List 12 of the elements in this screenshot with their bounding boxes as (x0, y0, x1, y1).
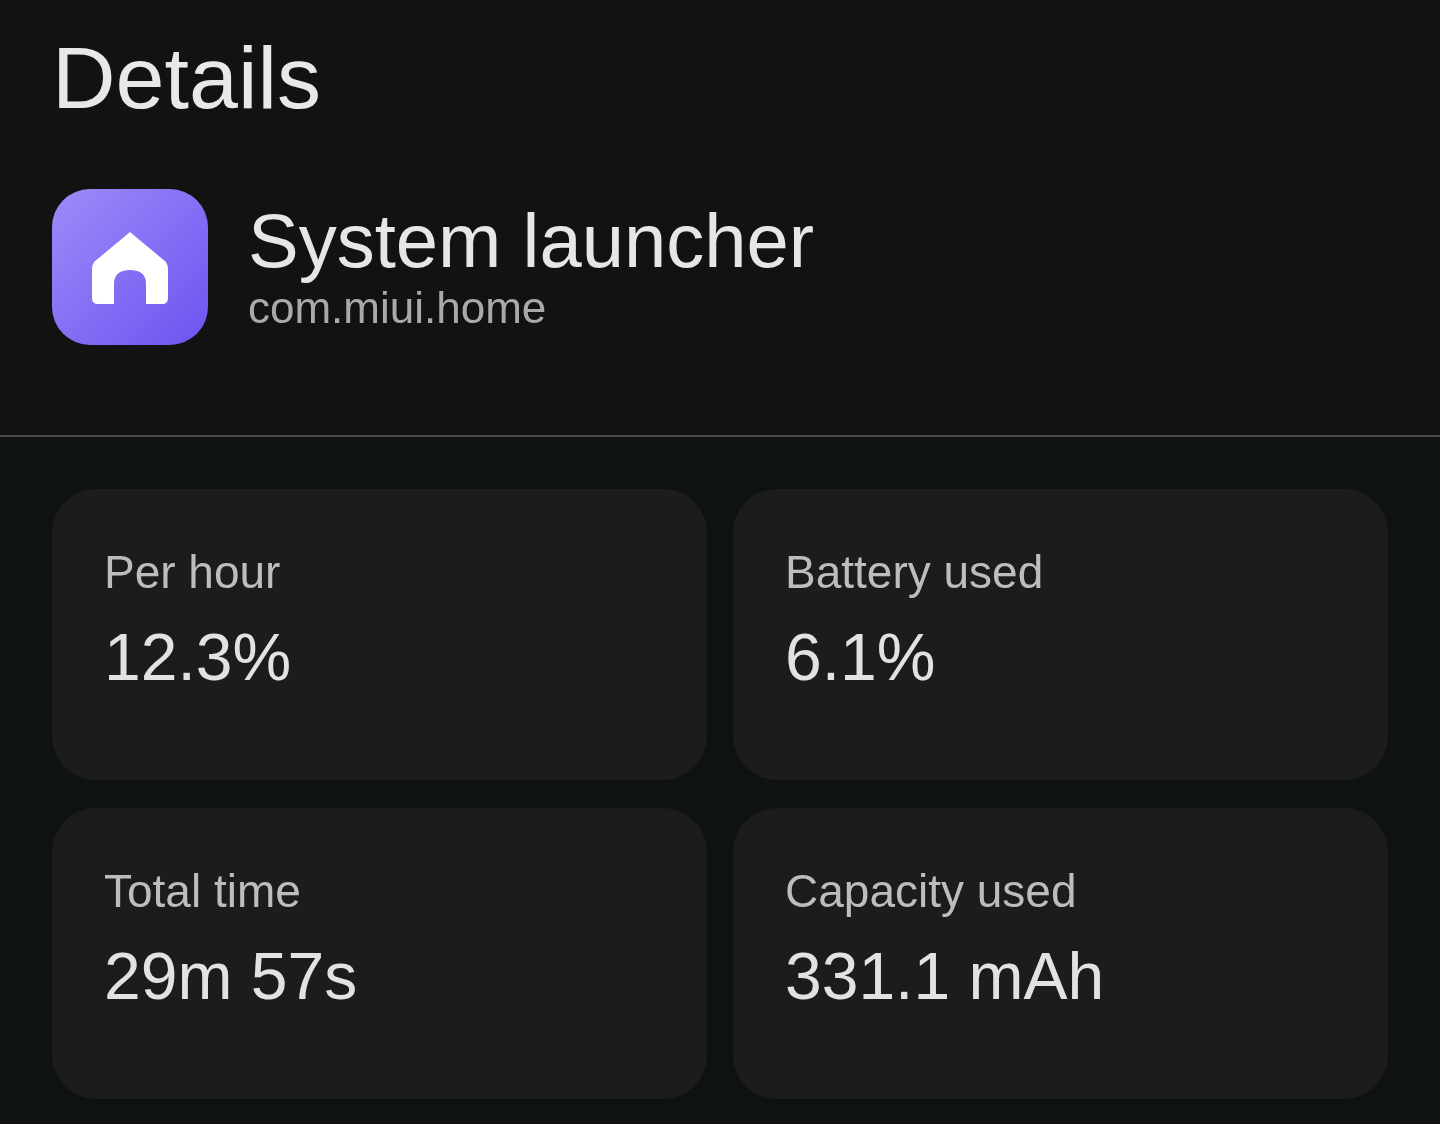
stat-label: Battery used (785, 545, 1045, 600)
page-title: Details (52, 30, 322, 127)
stat-label: Total time (104, 864, 302, 919)
stat-label: Per hour (104, 545, 282, 600)
package-name: com.miui.home (248, 283, 548, 335)
home-icon (52, 188, 208, 345)
stat-value: 29m 57s (104, 938, 359, 1016)
stat-value: 6.1% (785, 619, 937, 697)
app-name: System launcher (248, 198, 815, 283)
stat-value: 12.3% (104, 619, 293, 697)
stat-value: 331.1 mAh (785, 938, 1106, 1016)
stat-label: Capacity used (785, 864, 1078, 919)
